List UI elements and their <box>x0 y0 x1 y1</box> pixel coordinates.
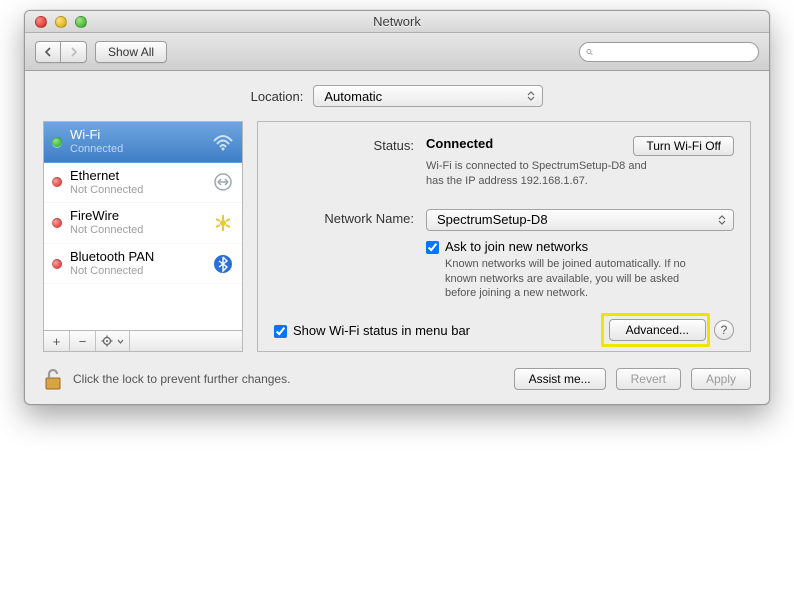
chevron-down-icon <box>117 339 124 344</box>
show-menubar-checkbox[interactable] <box>274 325 287 338</box>
show-menubar-label: Show Wi-Fi status in menu bar <box>293 323 470 338</box>
service-list[interactable]: Wi-Fi Connected Ethernet Not Connected <box>43 121 243 330</box>
network-name-label: Network Name: <box>274 209 414 302</box>
ask-to-join-checkbox[interactable] <box>426 241 439 254</box>
turn-wifi-off-button[interactable]: Turn Wi-Fi Off <box>633 136 734 156</box>
service-status: Not Connected <box>70 184 204 197</box>
window-footer: Click the lock to prevent further change… <box>43 352 751 392</box>
highlight-annotation <box>601 313 710 347</box>
detail-footer: Show Wi-Fi status in menu bar Advanced..… <box>274 309 734 341</box>
service-name: Wi-Fi <box>70 128 204 143</box>
back-button[interactable] <box>35 41 61 63</box>
status-value: Connected <box>426 136 493 151</box>
main-area: Wi-Fi Connected Ethernet Not Connected <box>43 121 751 352</box>
location-popup[interactable]: Automatic <box>313 85 543 107</box>
show-all-button[interactable]: Show All <box>95 41 167 63</box>
nav-buttons <box>35 41 87 63</box>
apply-button[interactable]: Apply <box>691 368 751 390</box>
service-status: Not Connected <box>70 265 204 278</box>
revert-button[interactable]: Revert <box>616 368 681 390</box>
remove-service-button[interactable]: − <box>70 331 96 351</box>
service-actions-button[interactable] <box>96 331 130 351</box>
detail-pane: Status: Connected Turn Wi-Fi Off Wi-Fi i… <box>257 121 751 352</box>
network-name-popup[interactable]: SpectrumSetup-D8 <box>426 209 734 231</box>
search-icon <box>586 46 593 58</box>
network-name-value: SpectrumSetup-D8 <box>437 212 548 227</box>
toolbar: Show All <box>25 33 769 71</box>
status-dot-icon <box>52 259 62 269</box>
service-name: Bluetooth PAN <box>70 250 204 265</box>
network-preferences-window: Network Show All Location: Automatic <box>24 10 770 405</box>
wifi-icon <box>212 131 234 153</box>
service-item-bluetooth[interactable]: Bluetooth PAN Not Connected <box>44 244 242 285</box>
service-name: FireWire <box>70 209 204 224</box>
status-description: Wi-Fi is connected to SpectrumSetup-D8 a… <box>426 159 666 189</box>
location-row: Location: Automatic <box>43 85 751 107</box>
service-status: Not Connected <box>70 224 204 237</box>
status-label: Status: <box>274 136 414 189</box>
firewire-icon <box>212 212 234 234</box>
forward-button[interactable] <box>61 41 87 63</box>
lock-message: Click the lock to prevent further change… <box>73 372 290 386</box>
ask-to-join-description: Known networks will be joined automatica… <box>445 257 705 302</box>
ethernet-icon <box>212 171 234 193</box>
service-item-ethernet[interactable]: Ethernet Not Connected <box>44 163 242 204</box>
search-field[interactable] <box>579 42 759 62</box>
gear-icon <box>101 334 115 348</box>
show-menubar-row: Show Wi-Fi status in menu bar <box>274 323 470 338</box>
location-value: Automatic <box>324 89 382 104</box>
search-input[interactable] <box>597 45 752 59</box>
chevron-updown-icon <box>524 91 538 101</box>
ask-to-join-row: Ask to join new networks Known networks … <box>426 239 734 302</box>
bluetooth-icon <box>212 253 234 275</box>
service-item-firewire[interactable]: FireWire Not Connected <box>44 203 242 244</box>
lock-icon[interactable] <box>43 366 63 392</box>
chevron-updown-icon <box>715 215 729 225</box>
titlebar: Network <box>25 11 769 33</box>
content: Location: Automatic Wi-Fi Connected <box>25 71 769 404</box>
service-name: Ethernet <box>70 169 204 184</box>
help-button[interactable]: ? <box>714 320 734 340</box>
service-item-wifi[interactable]: Wi-Fi Connected <box>44 122 242 163</box>
add-service-button[interactable]: + <box>44 331 70 351</box>
service-list-footer: + − <box>43 330 243 352</box>
network-name-row: Network Name: SpectrumSetup-D8 <box>274 209 734 302</box>
status-dot-icon <box>52 218 62 228</box>
location-label: Location: <box>251 89 304 104</box>
window-title: Network <box>25 14 769 29</box>
status-dot-icon <box>52 137 62 147</box>
status-dot-icon <box>52 177 62 187</box>
status-row: Status: Connected Turn Wi-Fi Off Wi-Fi i… <box>274 136 734 189</box>
assist-me-button[interactable]: Assist me... <box>514 368 606 390</box>
ask-to-join-label: Ask to join new networks <box>445 239 705 254</box>
service-sidebar: Wi-Fi Connected Ethernet Not Connected <box>43 121 243 352</box>
service-status: Connected <box>70 143 204 156</box>
